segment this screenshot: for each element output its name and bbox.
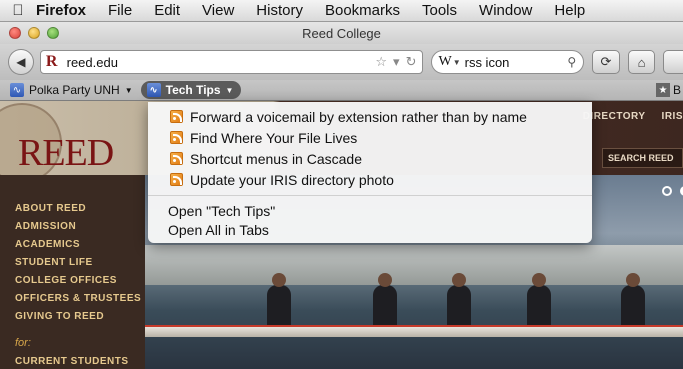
tech-tips-dropdown-menu: Forward a voicemail by extension rather …	[148, 102, 592, 243]
navigation-toolbar: ◀ R reed.edu ☆ ▾ ↻ W ▼ rss icon ⚲ ⟳ ⌂	[0, 44, 683, 80]
search-icon[interactable]: ⚲	[567, 55, 576, 69]
photo-boat	[145, 325, 683, 337]
overflow-label: B	[672, 83, 681, 97]
apple-menu-icon[interactable]: 	[0, 2, 36, 19]
site-sidebar: ABOUT REED ADMISSION ACADEMICS STUDENT L…	[0, 175, 145, 369]
sidebar-link-officers[interactable]: OFFICERS & TRUSTEES	[15, 293, 141, 304]
reload-icon[interactable]: ↻	[406, 54, 417, 70]
wikipedia-engine-icon[interactable]: W	[438, 54, 451, 70]
feed-item[interactable]: Forward a voicemail by extension rather …	[148, 106, 592, 127]
menu-view[interactable]: View	[202, 2, 234, 19]
slideshow-dots	[662, 186, 683, 196]
feed-item-label: Forward a voicemail by extension rather …	[190, 108, 527, 125]
menu-file[interactable]: File	[108, 2, 132, 19]
engine-dropdown-icon[interactable]: ▼	[453, 58, 461, 67]
photo-dock	[145, 245, 683, 285]
site-favicon-icon: R	[45, 53, 58, 70]
nav-link-iris[interactable]: IRIS	[662, 111, 683, 122]
back-arrow-icon: ◀	[16, 55, 26, 69]
feed-item-label: Find Where Your File Lives	[190, 129, 358, 146]
window-title: Reed College	[302, 25, 381, 41]
chevron-down-icon: ▼	[225, 85, 234, 95]
bookmarks-toolbar: ∿ Polka Party UNH ▼ ∿ Tech Tips ▼ ★ B	[0, 80, 683, 101]
audience-for-label: for:	[15, 337, 31, 349]
bookmarks-overflow[interactable]: ★ B	[655, 83, 681, 97]
back-button[interactable]: ◀	[8, 49, 34, 75]
menu-history[interactable]: History	[256, 2, 303, 19]
open-all-in-tabs-item[interactable]: Open All in Tabs	[148, 220, 592, 239]
window-titlebar: Reed College	[0, 22, 683, 44]
rss-feed-icon	[170, 110, 183, 123]
menu-help[interactable]: Help	[554, 2, 585, 19]
history-dropdown-icon[interactable]: ▾	[393, 54, 400, 70]
sync-icon: ⟳	[600, 54, 612, 69]
feed-item[interactable]: Find Where Your File Lives	[148, 127, 592, 148]
sidebar-link-about[interactable]: ABOUT REED	[15, 203, 86, 214]
rss-feed-icon	[170, 152, 183, 165]
zoom-window-button[interactable]	[47, 27, 59, 39]
chevron-down-icon: ▼	[124, 85, 133, 95]
header-nav: DIRECTORY IRIS	[583, 111, 683, 122]
site-logo[interactable]: REED	[18, 131, 114, 175]
window-controls	[9, 27, 59, 39]
minimize-window-button[interactable]	[28, 27, 40, 39]
sync-button[interactable]: ⟳	[592, 50, 620, 74]
close-window-button[interactable]	[9, 27, 21, 39]
url-bar[interactable]: R reed.edu ☆ ▾ ↻	[39, 50, 424, 74]
site-search-input[interactable]: SEARCH REED	[602, 148, 683, 168]
bookmark-folder-polka-party[interactable]: ∿ Polka Party UNH ▼	[10, 83, 133, 97]
sidebar-link-admission[interactable]: ADMISSION	[15, 221, 76, 232]
sidebar-link-college-offices[interactable]: COLLEGE OFFICES	[15, 275, 117, 286]
home-button[interactable]: ⌂	[627, 50, 656, 74]
feed-item[interactable]: Update your IRIS directory photo	[148, 169, 592, 190]
open-tech-tips-item[interactable]: Open "Tech Tips"	[148, 201, 592, 220]
menu-tools[interactable]: Tools	[422, 2, 457, 19]
sidebar-link-giving[interactable]: GIVING TO REED	[15, 311, 104, 322]
menu-app-firefox[interactable]: Firefox	[36, 2, 86, 19]
bookmark-star-icon: ★	[655, 83, 670, 97]
sidebar-link-current-students[interactable]: CURRENT STUDENTS	[15, 356, 129, 367]
menu-separator	[148, 195, 592, 196]
extra-toolbar-button[interactable]	[663, 50, 683, 74]
live-bookmark-icon: ∿	[10, 83, 24, 97]
menu-bar:  Firefox File Edit View History Bookmar…	[0, 0, 683, 22]
sidebar-link-student-life[interactable]: STUDENT LIFE	[15, 257, 93, 268]
feed-item[interactable]: Shortcut menus in Cascade	[148, 148, 592, 169]
rss-feed-icon	[170, 173, 183, 186]
bookmark-star-icon[interactable]: ☆	[375, 54, 387, 70]
search-bar[interactable]: W ▼ rss icon ⚲	[431, 50, 585, 74]
menu-bookmarks[interactable]: Bookmarks	[325, 2, 400, 19]
feed-item-label: Update your IRIS directory photo	[190, 171, 394, 188]
url-bar-icons: ☆ ▾ ↻	[375, 54, 416, 70]
sidebar-link-academics[interactable]: ACADEMICS	[15, 239, 80, 250]
slide-dot[interactable]	[662, 186, 672, 196]
bookmark-label: Tech Tips	[165, 83, 221, 97]
feed-item-label: Shortcut menus in Cascade	[190, 150, 362, 167]
menu-window[interactable]: Window	[479, 2, 532, 19]
nav-link-directory[interactable]: DIRECTORY	[583, 111, 646, 122]
live-bookmark-icon: ∿	[146, 83, 161, 97]
home-icon: ⌂	[637, 54, 646, 70]
search-input[interactable]: rss icon	[465, 55, 510, 70]
bookmark-folder-tech-tips[interactable]: ∿ Tech Tips ▼	[140, 81, 242, 99]
rss-feed-icon	[170, 131, 183, 144]
bookmark-label: Polka Party UNH	[29, 83, 120, 97]
url-text[interactable]: reed.edu	[67, 55, 118, 70]
menu-edit[interactable]: Edit	[154, 2, 180, 19]
